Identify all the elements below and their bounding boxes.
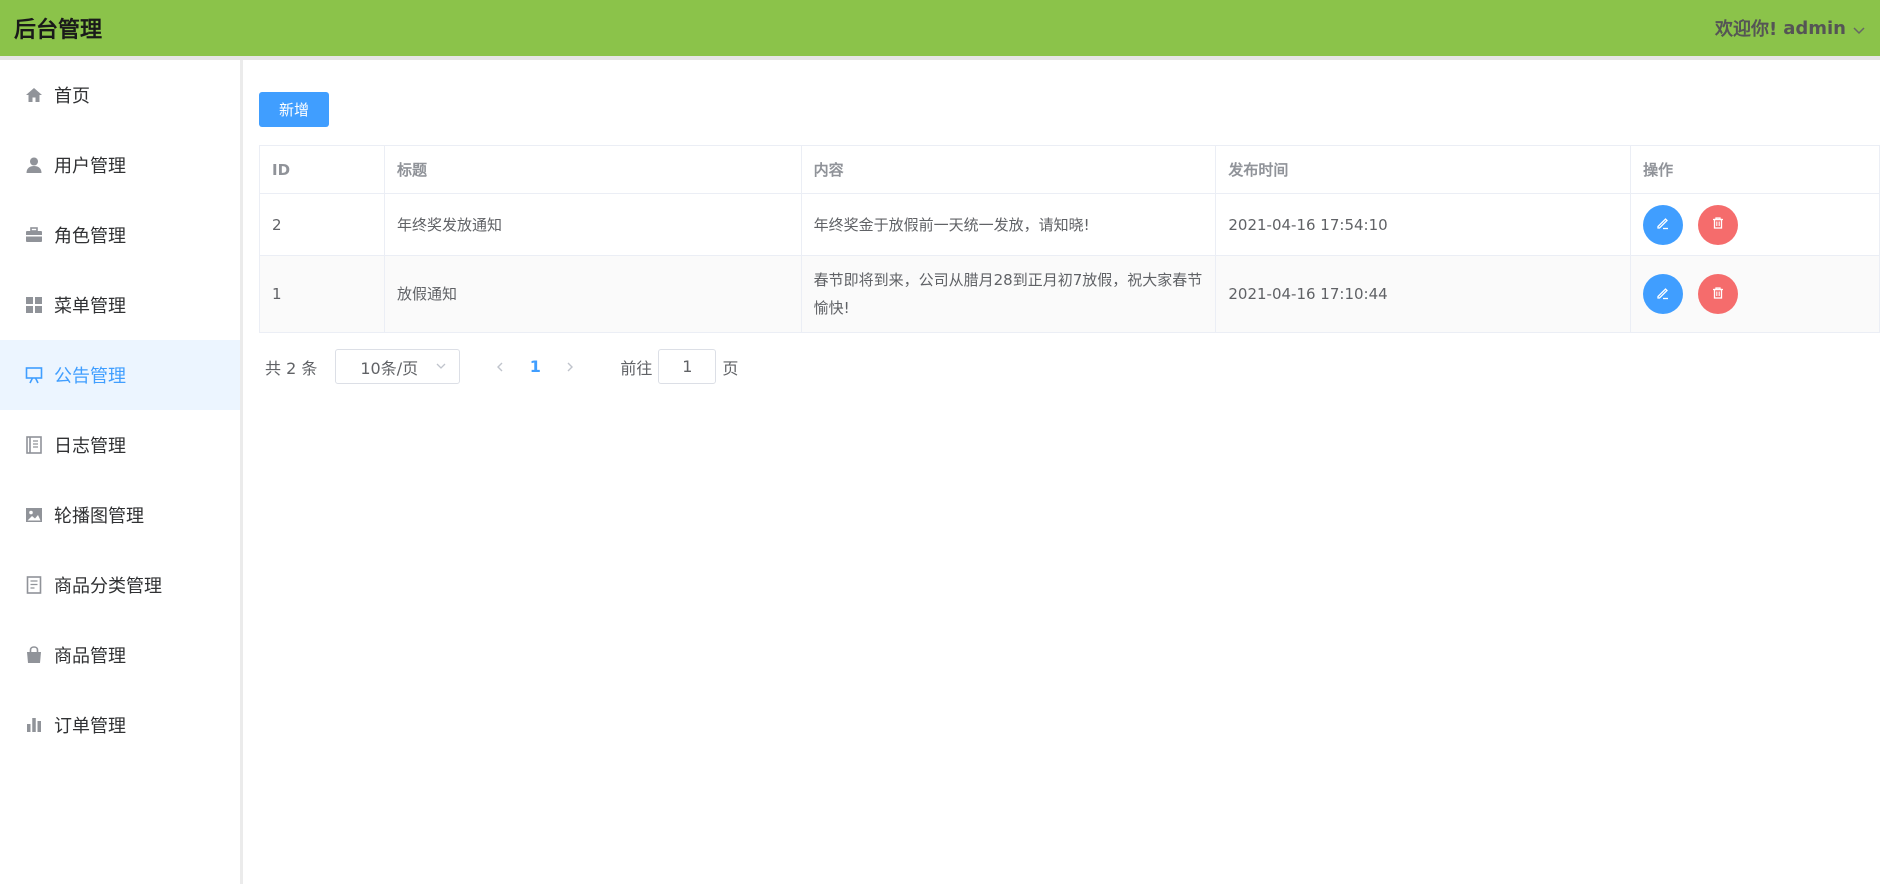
bar-chart-icon: [24, 715, 44, 735]
sidebar-item-orders[interactable]: 订单管理: [0, 690, 240, 760]
cell-actions: [1630, 193, 1880, 256]
trash-icon: [1711, 286, 1725, 303]
sidebar-item-label: 用户管理: [54, 156, 126, 177]
table-row: 1 放假通知 春节即将到来，公司从腊月28到正月初7放假，祝大家春节愉快! 20…: [259, 255, 1880, 333]
sidebar-item-categories[interactable]: 商品分类管理: [0, 550, 240, 620]
prev-page-button[interactable]: [490, 357, 510, 377]
grid-icon: [24, 295, 44, 315]
cell-content: 年终奖金于放假前一天统一发放，请知晓!: [800, 193, 1217, 256]
sidebar: 首页 用户管理 角色管理 菜单管理 公告管理 日志管理 轮播图管理 商品分类管理…: [0, 60, 243, 884]
chevron-down-icon: [435, 357, 447, 376]
sidebar-item-notices[interactable]: 公告管理: [0, 340, 240, 410]
top-header: 后台管理 欢迎你! admin: [0, 0, 1880, 56]
page-size-value: 10条/页: [360, 358, 419, 378]
cell-id: 1: [259, 255, 385, 333]
cell-time: 2021-04-16 17:10:44: [1215, 255, 1632, 333]
user-icon: [24, 155, 44, 175]
user-menu[interactable]: 欢迎你! admin: [1715, 15, 1866, 41]
sidebar-item-label: 日志管理: [54, 436, 126, 457]
document-icon: [24, 575, 44, 595]
sidebar-item-label: 首页: [54, 86, 90, 107]
app-title: 后台管理: [14, 18, 103, 43]
cell-content: 春节即将到来，公司从腊月28到正月初7放假，祝大家春节愉快!: [800, 255, 1217, 333]
cell-title: 放假通知: [383, 255, 802, 333]
goto-prefix: 前往: [620, 358, 653, 378]
sidebar-item-label: 角色管理: [54, 226, 126, 247]
edit-icon: [1656, 216, 1670, 233]
edit-button[interactable]: [1643, 274, 1684, 314]
sidebar-item-label: 商品管理: [54, 646, 126, 667]
page-jumper: 前往 页: [620, 349, 738, 384]
notebook-icon: [24, 435, 44, 455]
delete-button[interactable]: [1697, 274, 1738, 314]
sidebar-item-label: 菜单管理: [54, 296, 126, 317]
main-content: 新增 ID 标题 内容 发布时间 操作 2 年终奖发放通知 年终奖金于放假前一天…: [259, 60, 1880, 884]
add-button[interactable]: 新增: [259, 92, 329, 127]
shopping-bag-icon: [24, 645, 44, 665]
column-header-title: 标题: [383, 145, 802, 194]
table-header-row: ID 标题 内容 发布时间 操作: [259, 145, 1880, 194]
column-header-content: 内容: [800, 145, 1217, 194]
sidebar-item-label: 商品分类管理: [54, 576, 162, 597]
cell-time: 2021-04-16 17:54:10: [1215, 193, 1632, 256]
table-row: 2 年终奖发放通知 年终奖金于放假前一天统一发放，请知晓! 2021-04-16…: [259, 193, 1880, 256]
cell-id: 2: [259, 193, 385, 256]
welcome-text: 欢迎你!: [1715, 19, 1778, 40]
pagination: 共 2 条 10条/页 1 前往 页: [265, 349, 738, 384]
delete-button[interactable]: [1697, 204, 1738, 245]
cell-actions: [1630, 255, 1880, 333]
home-icon: [24, 85, 44, 105]
sidebar-item-carousel[interactable]: 轮播图管理: [0, 480, 240, 550]
page-number-current[interactable]: 1: [510, 357, 560, 376]
chevron-left-icon: [497, 362, 503, 371]
chevron-down-icon: [1852, 21, 1866, 35]
goto-suffix: 页: [722, 358, 739, 378]
notice-table: ID 标题 内容 发布时间 操作 2 年终奖发放通知 年终奖金于放假前一天统一发…: [259, 145, 1880, 333]
edit-button[interactable]: [1643, 204, 1684, 245]
picture-icon: [24, 505, 44, 525]
sidebar-item-label: 轮播图管理: [54, 506, 144, 527]
sidebar-item-products[interactable]: 商品管理: [0, 620, 240, 690]
pagination-total: 共 2 条: [265, 358, 318, 378]
page-size-select[interactable]: 10条/页: [335, 349, 461, 384]
sidebar-item-label: 公告管理: [54, 366, 126, 387]
presentation-icon: [24, 365, 44, 385]
sidebar-item-label: 订单管理: [54, 716, 126, 737]
username: admin: [1783, 17, 1846, 39]
goto-page-input[interactable]: [658, 349, 717, 384]
trash-icon: [1711, 216, 1725, 233]
sidebar-item-home[interactable]: 首页: [0, 60, 240, 130]
sidebar-item-users[interactable]: 用户管理: [0, 130, 240, 200]
cell-title: 年终奖发放通知: [383, 193, 802, 256]
sidebar-item-roles[interactable]: 角色管理: [0, 200, 240, 270]
column-header-id: ID: [259, 145, 385, 194]
column-header-time: 发布时间: [1215, 145, 1632, 194]
chevron-right-icon: [567, 362, 574, 371]
column-header-actions: 操作: [1630, 145, 1880, 194]
sidebar-item-menus[interactable]: 菜单管理: [0, 270, 240, 340]
edit-icon: [1656, 286, 1670, 303]
next-page-button[interactable]: [560, 357, 580, 377]
briefcase-icon: [24, 225, 44, 245]
sidebar-item-logs[interactable]: 日志管理: [0, 410, 240, 480]
